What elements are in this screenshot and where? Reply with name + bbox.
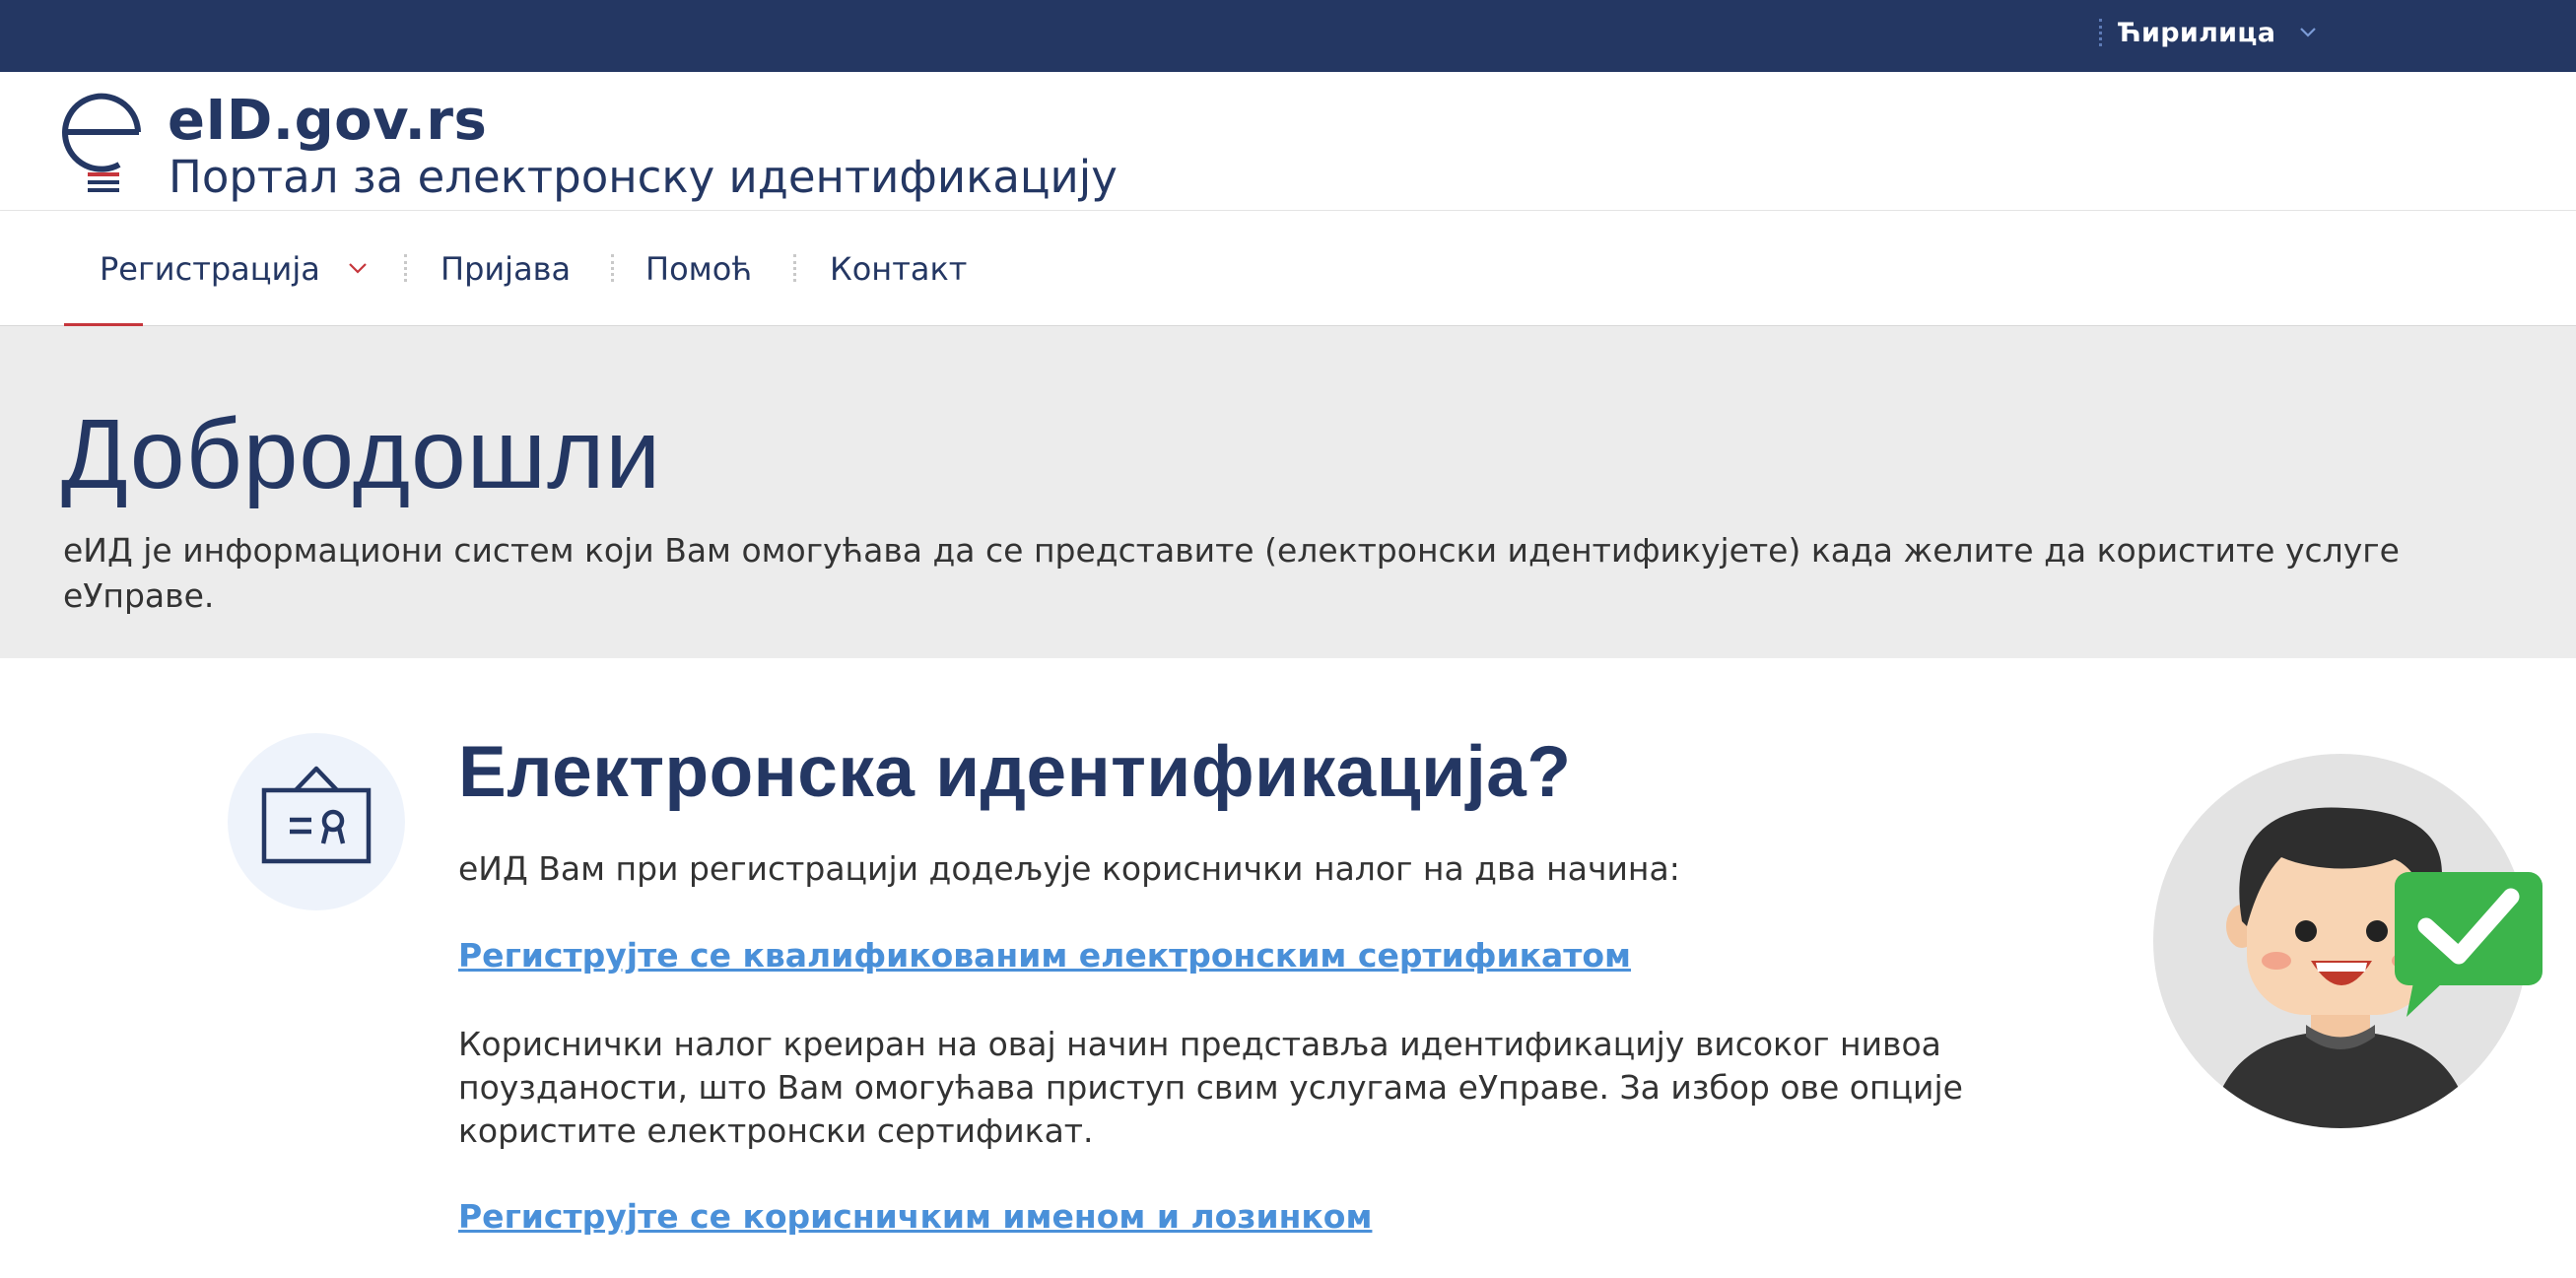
welcome-hero: Добродошли еИД је информациони систем ко… [0,326,2576,658]
nav-item-login[interactable]: Пријава [441,211,571,326]
nav-item-help[interactable]: Помоћ [645,211,752,326]
brand-title[interactable]: eID.gov.rs [168,89,487,153]
feature-icon-circle [228,733,405,910]
nav-divider [611,254,614,282]
id-card-icon [261,766,372,864]
top-bar: Ћирилица [0,0,2576,72]
nav-divider [793,254,796,282]
section-intro: еИД Вам при регистрацији додељује корисн… [458,849,1680,888]
section-title: Електронска идентификација? [458,732,1572,812]
nav-item-label: Пријава [441,249,572,288]
nav-item-label: Помоћ [645,249,753,288]
language-selector[interactable]: Ћирилица [2099,0,2317,65]
main-nav: Регистрација Пријава Помоћ Контакт [0,211,2576,329]
brand-subtitle: Портал за електронску идентификацију [169,151,1118,203]
nav-item-contact[interactable]: Контакт [830,211,967,326]
chevron-down-icon [2300,28,2316,37]
nav-item-registration[interactable]: Регистрација [100,211,368,326]
certificate-description: Кориснички налог креиран на овај начин п… [458,1025,1963,1150]
language-divider [2099,19,2102,46]
nav-item-label: Контакт [830,249,968,288]
hero-title: Добродошли [61,399,662,509]
nav-divider [404,254,407,282]
hero-text: еИД је информациони систем који Вам омог… [63,531,2400,615]
nav-item-label: Регистрација [100,249,320,288]
register-password-link[interactable]: Региструјте се корисничким именом и лози… [458,1197,1372,1236]
site-header: eID.gov.rs Портал за електронску идентиф… [0,72,2576,211]
eid-logo-icon[interactable] [62,93,145,201]
chevron-down-icon [349,263,367,274]
register-certificate-link[interactable]: Региструјте се квалификованим електронск… [458,936,1631,975]
language-label: Ћирилица [2118,17,2276,48]
user-verified-illustration [2153,754,2542,1128]
